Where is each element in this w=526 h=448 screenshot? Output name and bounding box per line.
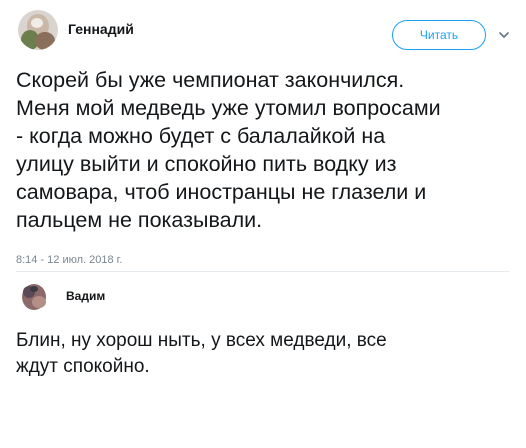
chevron-down-icon[interactable]: [497, 28, 511, 42]
reply-author-avatar[interactable]: [18, 280, 50, 312]
tweet-line: улицу выйти и спокойно пить водку из: [16, 152, 397, 176]
author-name[interactable]: Геннадий: [68, 21, 134, 37]
reply-line: Блин, ну хорош ныть, у всех медведи, все: [16, 330, 387, 351]
tweet-body: Скорей бы уже чемпионат закончился. Меня…: [16, 66, 441, 234]
tweet-timestamp[interactable]: 8:14 - 12 июл. 2018 г.: [16, 254, 122, 266]
reply-author-name[interactable]: Вадим: [66, 289, 105, 303]
tweet-line: Скорей бы уже чемпионат закончился.: [16, 68, 405, 92]
tweet-line: самовара, чтоб иностранцы не глазели и: [16, 180, 427, 204]
tweet-line: Меня мой медведь уже утомил вопросами: [16, 96, 441, 120]
reply-body: Блин, ну хорош ныть, у всех медведи, все…: [16, 328, 387, 380]
divider: [16, 271, 510, 272]
reply-line: ждут спокойно.: [16, 356, 150, 377]
follow-button[interactable]: Читать: [392, 20, 486, 50]
tweet-line: - когда можно будет с балалайкой на: [16, 124, 386, 148]
tweet-line: пальцем не показывали.: [16, 208, 263, 232]
author-avatar[interactable]: [18, 10, 58, 50]
